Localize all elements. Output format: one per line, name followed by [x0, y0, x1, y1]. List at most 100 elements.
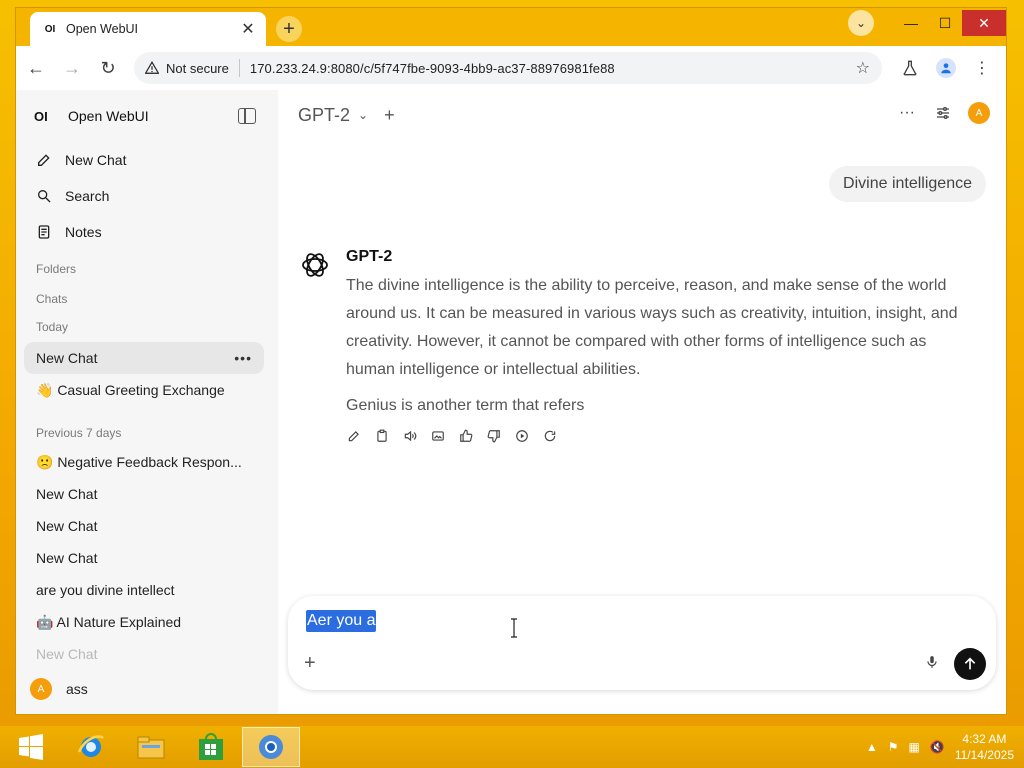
- url-text[interactable]: 170.233.24.9:8080/c/5f747fbe-9093-4bb9-a…: [250, 61, 856, 76]
- clock-date: 11/14/2025: [954, 748, 1014, 762]
- message-composer: Aer you a +: [288, 596, 996, 690]
- sidebar-nav: New Chat Search Notes: [16, 142, 278, 250]
- avatar: A: [30, 678, 52, 700]
- controls-sliders-icon[interactable]: [932, 102, 954, 124]
- sidebar-item-label: Notes: [65, 224, 102, 240]
- search-icon: [36, 188, 52, 204]
- security-label[interactable]: Not secure: [166, 61, 229, 76]
- browser-window: OI Open WebUI ✕ + ⌄ — ☐ ✕ ← → ↻ Not secu…: [16, 8, 1006, 714]
- openai-logo-icon: [298, 248, 332, 282]
- file-explorer-icon[interactable]: [122, 727, 180, 767]
- attach-plus-button[interactable]: +: [304, 652, 316, 675]
- chat-item[interactable]: 🙁 Negative Feedback Respon...: [16, 446, 278, 478]
- tab-title: Open WebUI: [66, 22, 139, 36]
- edit-icon: [36, 152, 52, 168]
- store-icon[interactable]: [182, 727, 240, 767]
- reload-button[interactable]: ↻: [92, 52, 124, 84]
- bookmark-star-icon[interactable]: ☆: [856, 58, 870, 78]
- chats-heading[interactable]: Chats: [16, 292, 278, 306]
- user-message-bubble: Divine intelligence: [829, 166, 986, 202]
- chrome-icon[interactable]: [242, 727, 300, 767]
- forward-button[interactable]: →: [56, 52, 88, 84]
- volume-muted-icon[interactable]: 🔇: [930, 740, 945, 754]
- warning-icon[interactable]: [144, 60, 160, 76]
- tab-search-icon[interactable]: ⌄: [848, 10, 874, 36]
- tab-close-icon[interactable]: ✕: [238, 19, 258, 39]
- sidebar-item-search[interactable]: Search: [16, 178, 278, 214]
- sidebar: OI Open WebUI New Chat Search Notes Fold…: [16, 90, 278, 714]
- more-options-icon[interactable]: •••: [234, 350, 252, 366]
- new-tab-button[interactable]: +: [276, 16, 302, 42]
- favicon-icon: OI: [44, 23, 56, 35]
- thumbs-up-icon[interactable]: [458, 428, 474, 444]
- notes-icon: [36, 224, 52, 240]
- chat-item-active[interactable]: New Chat •••: [24, 342, 264, 374]
- chat-item[interactable]: New Chat: [16, 638, 278, 670]
- chevron-down-icon[interactable]: ⌄: [358, 108, 368, 122]
- maximize-button[interactable]: ☐: [928, 10, 962, 36]
- chat-item[interactable]: 🤖 AI Nature Explained: [16, 606, 278, 638]
- previous-7-days-heading: Previous 7 days: [36, 426, 122, 440]
- thumbs-down-icon[interactable]: [486, 428, 502, 444]
- text-cursor-icon: [510, 618, 518, 638]
- show-hidden-icons-icon[interactable]: ▲: [866, 740, 878, 754]
- chat-item[interactable]: New Chat: [16, 542, 278, 574]
- labs-flask-icon[interactable]: [896, 54, 924, 82]
- clock-time: 4:32 AM: [962, 732, 1007, 746]
- app-name[interactable]: Open WebUI: [68, 108, 149, 124]
- chat-item[interactable]: are you divine intellect: [16, 574, 278, 606]
- close-window-button[interactable]: ✕: [962, 10, 1006, 36]
- message-actions: [346, 428, 976, 444]
- sidebar-header: OI Open WebUI: [16, 90, 278, 142]
- app-logo[interactable]: OI: [34, 109, 52, 124]
- sidebar-toggle-icon[interactable]: [238, 108, 256, 124]
- assistant-name: GPT-2: [346, 248, 393, 265]
- model-selector[interactable]: GPT-2: [298, 105, 350, 126]
- user-menu[interactable]: A ass: [30, 678, 88, 700]
- regenerate-icon[interactable]: [542, 428, 558, 444]
- folders-heading[interactable]: Folders: [16, 262, 278, 276]
- open-webui-app: OI Open WebUI New Chat Search Notes Fold…: [16, 90, 1006, 714]
- assistant-paragraph: The divine intelligence is the ability t…: [346, 277, 958, 378]
- browser-toolbar: ← → ↻ Not secure 170.233.24.9:8080/c/5f7…: [16, 46, 1006, 90]
- network-icon[interactable]: ▦: [909, 740, 920, 754]
- user-name: ass: [66, 681, 88, 697]
- assistant-message-content: GPT-2 The divine intelligence is the abi…: [346, 248, 976, 444]
- copy-icon[interactable]: [374, 428, 390, 444]
- address-bar[interactable]: Not secure 170.233.24.9:8080/c/5f747fbe-…: [134, 52, 882, 84]
- minimize-button[interactable]: —: [894, 10, 928, 36]
- flag-icon[interactable]: ⚑: [888, 740, 899, 754]
- speaker-icon[interactable]: [402, 428, 418, 444]
- taskbar: ▲ ⚑ ▦ 🔇 4:32 AM 11/14/2025: [0, 726, 1024, 768]
- avatar[interactable]: A: [968, 102, 990, 124]
- browser-tab[interactable]: OI Open WebUI ✕: [30, 12, 266, 46]
- browser-menu-icon[interactable]: ⋮: [968, 54, 996, 82]
- back-button[interactable]: ←: [20, 52, 52, 84]
- chat-main: GPT-2 ⌄ + ··· A Divine intelligence GPT-…: [278, 90, 1006, 714]
- toolbar-right: ⋮: [896, 54, 996, 82]
- profile-icon[interactable]: [932, 54, 960, 82]
- address-divider: [238, 59, 240, 77]
- internet-explorer-icon[interactable]: [62, 727, 120, 767]
- chat-item[interactable]: 👋 Casual Greeting Exchange: [16, 374, 278, 406]
- sidebar-item-notes[interactable]: Notes: [16, 214, 278, 250]
- chat-item[interactable]: New Chat: [16, 478, 278, 510]
- send-button[interactable]: [954, 648, 986, 680]
- sidebar-item-new-chat[interactable]: New Chat: [16, 142, 278, 178]
- window-controls: ⌄ — ☐ ✕: [848, 8, 1006, 38]
- play-icon[interactable]: [514, 428, 530, 444]
- sidebar-item-label: Search: [65, 188, 110, 204]
- message-input[interactable]: Aer you a: [306, 610, 377, 632]
- start-button[interactable]: [2, 727, 60, 767]
- topbar-actions: ··· A: [896, 102, 990, 124]
- clock[interactable]: 4:32 AM 11/14/2025: [955, 731, 1014, 763]
- microphone-icon[interactable]: [924, 654, 940, 670]
- chat-item-label: New Chat: [36, 350, 98, 366]
- more-options-icon[interactable]: ···: [896, 102, 918, 124]
- assistant-message: GPT-2 The divine intelligence is the abi…: [298, 248, 976, 444]
- edit-icon[interactable]: [346, 428, 362, 444]
- image-icon[interactable]: [430, 428, 446, 444]
- add-model-button[interactable]: +: [384, 105, 395, 126]
- chat-item[interactable]: New Chat: [16, 510, 278, 542]
- system-tray: ▲ ⚑ ▦ 🔇 4:32 AM 11/14/2025: [866, 726, 1014, 768]
